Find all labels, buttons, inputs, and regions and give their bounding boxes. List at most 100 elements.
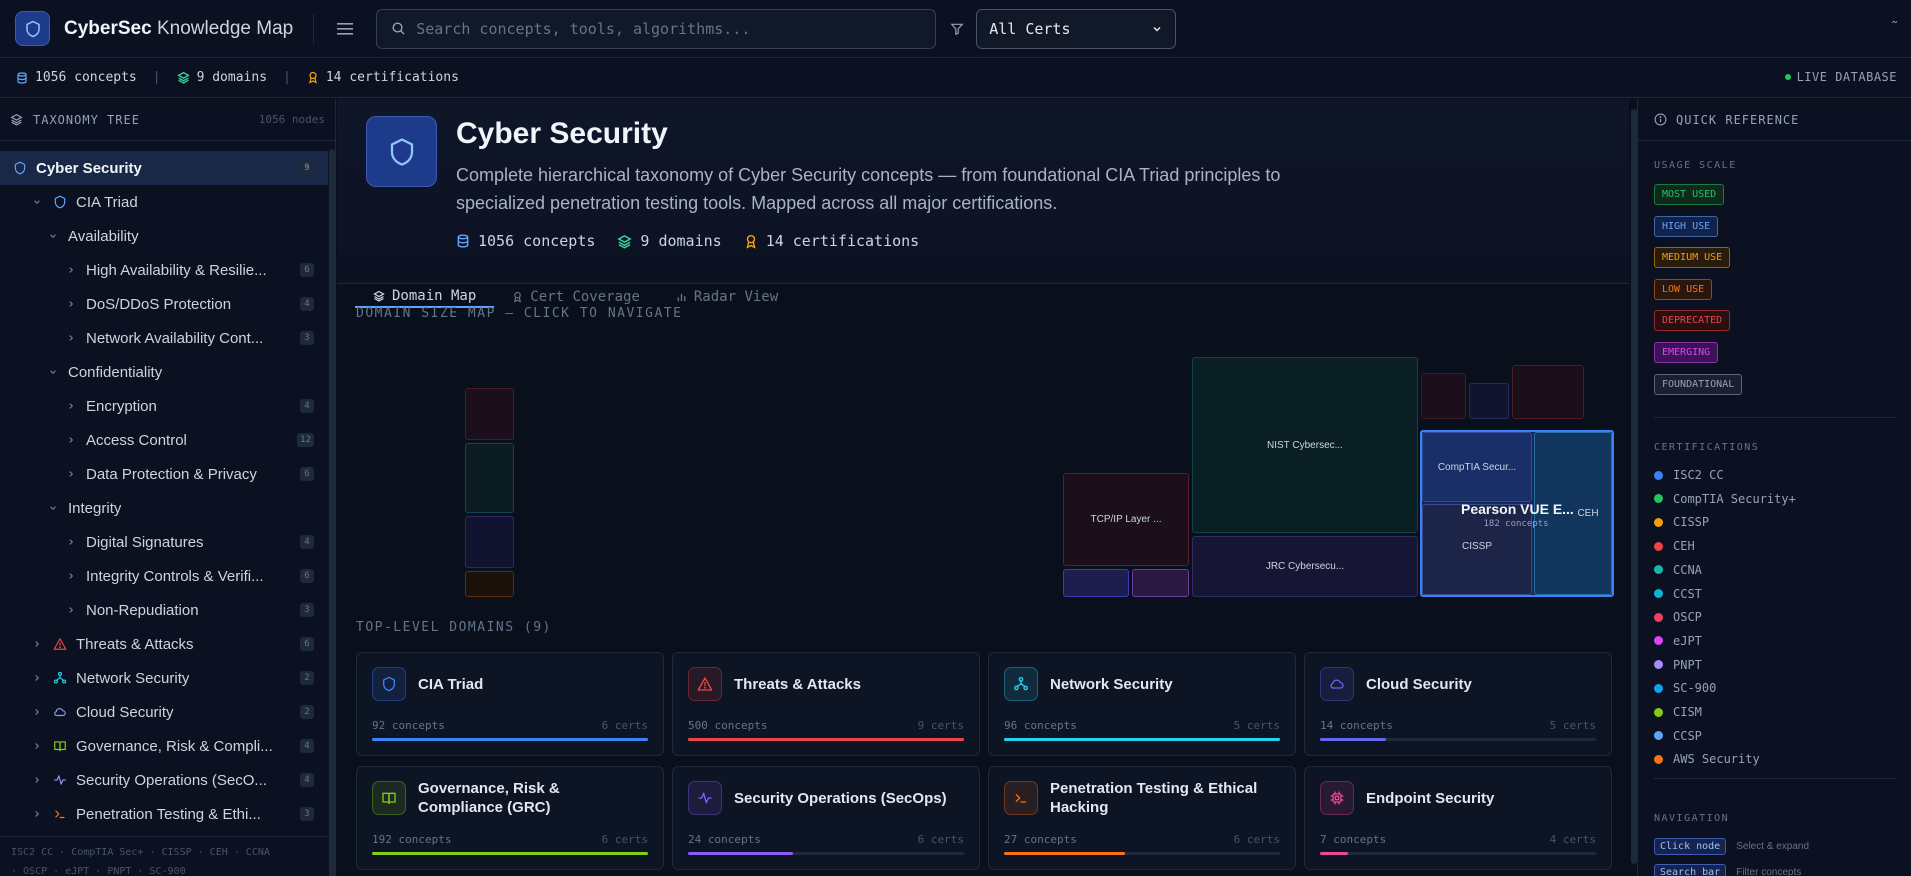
domain-progress-fill bbox=[1004, 852, 1126, 855]
nav-desc: Select & expand bbox=[1736, 841, 1810, 852]
treemap-tile[interactable] bbox=[1063, 569, 1129, 597]
tree-item[interactable]: DoS/DDoS Protection 4 bbox=[0, 287, 328, 321]
domain-card[interactable]: Network Security 96 concepts 5 certs bbox=[988, 652, 1296, 756]
treemap-tile-nist[interactable]: NIST Cybersec... bbox=[1192, 357, 1418, 533]
chevron-up-icon[interactable]: ˜ bbox=[1892, 18, 1897, 34]
tab-radar-view[interactable]: Radar View bbox=[658, 286, 796, 308]
treemap-tile[interactable] bbox=[1132, 569, 1189, 597]
search-input[interactable] bbox=[416, 19, 917, 38]
domain-card[interactable]: Threats & Attacks 500 concepts 9 certs bbox=[672, 652, 980, 756]
tree-item[interactable]: Cloud Security 2 bbox=[0, 695, 328, 729]
chevron-right-icon[interactable] bbox=[30, 637, 44, 652]
logo[interactable] bbox=[15, 11, 50, 46]
tree-item[interactable]: Security Operations (SecO... 4 bbox=[0, 763, 328, 797]
treemap-tile-tcpip[interactable]: TCP/IP Layer ... bbox=[1063, 473, 1189, 566]
chevron-down-icon[interactable] bbox=[30, 195, 44, 210]
chevron-right-icon[interactable] bbox=[30, 773, 44, 788]
domain-card[interactable]: CIA Triad 92 concepts 6 certs bbox=[356, 652, 664, 756]
app-root: CyberSec Knowledge Map All Certs ˜ 1056 … bbox=[0, 0, 1911, 876]
tree-item[interactable]: Integrity bbox=[0, 491, 328, 525]
sidebar-header: TAXONOMY TREE 1056 nodes bbox=[0, 99, 335, 141]
hamburger-icon[interactable] bbox=[330, 14, 360, 44]
chevron-right-icon[interactable] bbox=[64, 297, 78, 312]
domain-cards: CIA Triad 92 concepts 6 certs Threats & … bbox=[356, 652, 1612, 870]
search-icon bbox=[392, 22, 405, 35]
chevron-right-icon[interactable] bbox=[30, 807, 44, 822]
chevron-right-icon[interactable] bbox=[64, 263, 78, 278]
divider bbox=[1654, 778, 1896, 779]
treemap-tile-comptia[interactable]: CompTIA Secur... bbox=[1422, 432, 1532, 502]
chevron-right-icon[interactable] bbox=[30, 671, 44, 686]
treemap-tile[interactable] bbox=[465, 388, 514, 440]
tree-item[interactable]: Encryption 4 bbox=[0, 389, 328, 423]
treemap-tile[interactable] bbox=[465, 443, 514, 513]
tree-item-count: 6 bbox=[300, 263, 314, 277]
domain-card[interactable]: Cloud Security 14 concepts 5 certs bbox=[1304, 652, 1612, 756]
tree-item[interactable]: Network Availability Cont... 3 bbox=[0, 321, 328, 355]
tree-item-label: Integrity bbox=[68, 499, 122, 517]
chevron-right-icon[interactable] bbox=[64, 569, 78, 584]
tree-item-count: 3 bbox=[300, 331, 314, 345]
cert-name: eJPT bbox=[1673, 633, 1702, 648]
domain-name: Threats & Attacks bbox=[734, 675, 861, 693]
tree-item-label: Network Security bbox=[76, 669, 190, 687]
tree-item[interactable]: Confidentiality bbox=[0, 355, 328, 389]
domain-card[interactable]: Security Operations (SecOps) 24 concepts… bbox=[672, 766, 980, 870]
tree-item-count: 12 bbox=[297, 433, 314, 447]
tab-domain-map[interactable]: Domain Map bbox=[355, 286, 495, 308]
treemap-tile-jrc[interactable]: JRC Cybersecu... bbox=[1192, 536, 1418, 597]
tile-label: CEH bbox=[1577, 508, 1599, 519]
cert-name: CEH bbox=[1673, 539, 1695, 554]
tree-item[interactable]: Availability bbox=[0, 219, 328, 253]
tree-item[interactable]: Cyber Security 9 bbox=[0, 151, 328, 185]
domain-card[interactable]: Endpoint Security 7 concepts 4 certs bbox=[1304, 766, 1612, 870]
chevron-right-icon[interactable] bbox=[30, 739, 44, 754]
chevron-right-icon[interactable] bbox=[64, 467, 78, 482]
domain-card[interactable]: Governance, Risk & Compliance (GRC) 192 … bbox=[356, 766, 664, 870]
tree-item-count: 3 bbox=[300, 807, 314, 821]
search-bar[interactable] bbox=[376, 8, 937, 49]
tree-item-count: 9 bbox=[300, 161, 314, 175]
treemap-tile[interactable] bbox=[1421, 373, 1466, 419]
tree-item[interactable]: Non-Repudiation 3 bbox=[0, 593, 328, 627]
hero-stat-concepts: 1056 concepts bbox=[456, 232, 595, 250]
chevron-right-icon[interactable] bbox=[64, 399, 78, 414]
hero-header: Cyber Security Complete hierarchical tax… bbox=[337, 99, 1629, 284]
chevron-right-icon[interactable] bbox=[64, 603, 78, 618]
treemap-tile[interactable] bbox=[1469, 383, 1509, 419]
tree-item[interactable]: Digital Signatures 4 bbox=[0, 525, 328, 559]
hero-domains-label: 9 domains bbox=[640, 232, 722, 250]
sidebar-scrollbar[interactable] bbox=[329, 149, 335, 876]
chevron-right-icon[interactable] bbox=[64, 433, 78, 448]
domain-progress-track bbox=[1004, 852, 1280, 855]
tree-item[interactable]: Integrity Controls & Verifi... 6 bbox=[0, 559, 328, 593]
chevron-right-icon[interactable] bbox=[30, 705, 44, 720]
tree-item[interactable]: Network Security 2 bbox=[0, 661, 328, 695]
tree-item-count: 2 bbox=[300, 671, 314, 685]
domain-concepts: 7 concepts bbox=[1320, 833, 1387, 846]
cert-color-dot bbox=[1654, 754, 1663, 764]
tab-cert-coverage[interactable]: Cert Coverage bbox=[494, 286, 658, 308]
chevron-down-icon[interactable] bbox=[46, 501, 60, 516]
main-content: Cyber Security Complete hierarchical tax… bbox=[337, 99, 1637, 876]
terminal-icon bbox=[1004, 781, 1038, 815]
tree-item[interactable]: CIA Triad bbox=[0, 185, 328, 219]
chevron-down-icon[interactable] bbox=[46, 229, 60, 244]
tree-item[interactable]: Threats & Attacks 6 bbox=[0, 627, 328, 661]
treemap-tile[interactable] bbox=[465, 571, 514, 597]
chevron-right-icon[interactable] bbox=[64, 331, 78, 346]
treemap-tile[interactable] bbox=[465, 516, 514, 568]
tree-item[interactable]: Governance, Risk & Compli... 4 bbox=[0, 729, 328, 763]
usage-badge: MOST USED bbox=[1654, 184, 1725, 205]
domain-card[interactable]: Penetration Testing & Ethical Hacking 27… bbox=[988, 766, 1296, 870]
treemap-tile[interactable] bbox=[1512, 365, 1584, 419]
cert-filter-select[interactable]: All Certs bbox=[976, 8, 1177, 49]
chevron-down-icon[interactable] bbox=[46, 365, 60, 380]
tree-item[interactable]: High Availability & Resilie... 6 bbox=[0, 253, 328, 287]
tree-item[interactable]: Data Protection & Privacy 6 bbox=[0, 457, 328, 491]
tree-item[interactable]: Access Control 12 bbox=[0, 423, 328, 457]
domain-progress-track bbox=[1004, 738, 1280, 741]
cert-legend-item: CISM bbox=[1654, 705, 1702, 719]
tree-item[interactable]: Penetration Testing & Ethi... 3 bbox=[0, 797, 328, 831]
chevron-right-icon[interactable] bbox=[64, 535, 78, 550]
